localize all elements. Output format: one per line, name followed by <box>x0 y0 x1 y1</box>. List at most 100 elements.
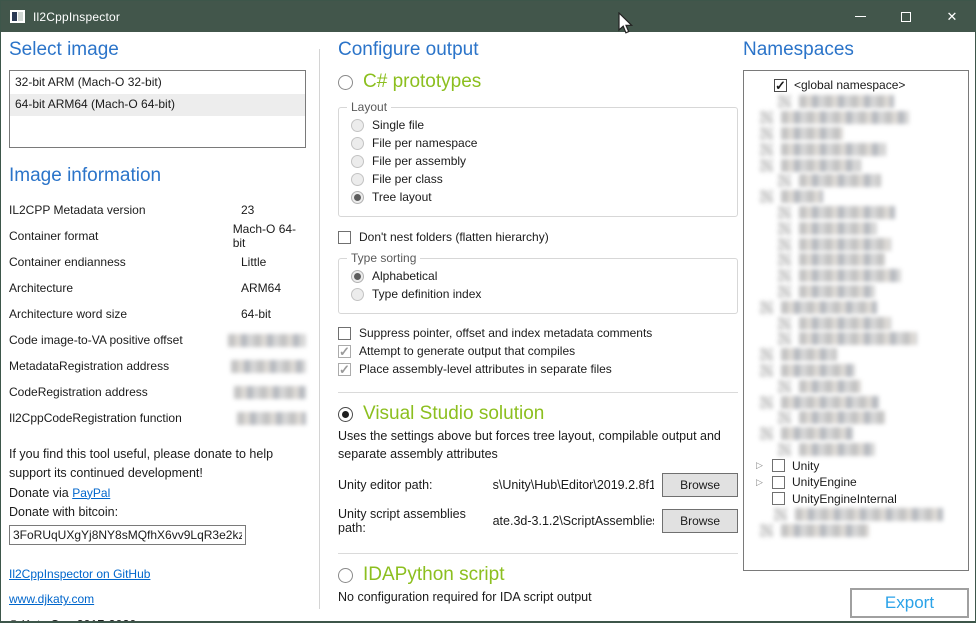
info-row: Container endiannessLittle <box>9 249 306 275</box>
compilable-output-checkbox[interactable] <box>338 345 351 358</box>
visual-studio-option[interactable]: Visual Studio solution <box>338 403 738 425</box>
compilable-output-checkbox-row[interactable]: Attempt to generate output that compiles <box>338 344 738 358</box>
flatten-hierarchy-checkbox[interactable] <box>338 231 351 244</box>
info-value: 64-bit <box>241 307 271 321</box>
donate-appeal: If you find this tool useful, please don… <box>9 447 273 480</box>
radio-tree-layout[interactable] <box>351 191 364 204</box>
website-link[interactable]: www.djkaty.com <box>9 592 94 606</box>
idapython-option[interactable]: IDAPython script <box>338 564 738 586</box>
expander-icon[interactable]: ▷ <box>754 477 765 488</box>
browse-editor-button[interactable]: Browse <box>662 473 738 497</box>
unityengineinternal-checkbox[interactable] <box>772 492 785 505</box>
idapython-radio[interactable] <box>338 568 353 583</box>
redacted-value <box>228 334 306 347</box>
image-listbox[interactable]: 32-bit ARM (Mach-O 32-bit) 64-bit ARM64 … <box>9 70 306 148</box>
layout-option-file-per-namespace[interactable]: File per namespace <box>351 136 727 150</box>
visual-studio-description: Uses the settings above but forces tree … <box>338 427 738 463</box>
separate-attributes-checkbox-row[interactable]: Place assembly-level attributes in separ… <box>338 362 738 376</box>
radio-single-file[interactable] <box>351 119 364 132</box>
redacted-namespace-row <box>752 94 968 110</box>
csharp-radio[interactable] <box>338 75 353 90</box>
info-label: Architecture <box>9 281 241 295</box>
unity-label: Unity <box>792 459 819 473</box>
close-button[interactable]: ✕ <box>929 1 975 32</box>
csharp-prototypes-option[interactable]: C# prototypes <box>338 71 738 93</box>
export-button[interactable]: Export <box>850 588 969 618</box>
github-link[interactable]: Il2CppInspector on GitHub <box>9 567 150 581</box>
idapython-description: No configuration required for IDA script… <box>338 588 738 606</box>
app-icon <box>10 10 25 23</box>
layout-option-file-per-assembly[interactable]: File per assembly <box>351 154 727 168</box>
window-title: Il2CppInspector <box>33 10 120 24</box>
redacted-namespace-row <box>752 141 968 157</box>
redacted-namespace-row <box>752 220 968 236</box>
layout-option-single-file[interactable]: Single file <box>351 118 727 132</box>
info-label: IL2CPP Metadata version <box>9 203 241 217</box>
radio-file-per-assembly[interactable] <box>351 155 364 168</box>
unityengine-checkbox[interactable] <box>772 476 785 489</box>
redacted-namespace-row <box>752 507 968 523</box>
info-value: ARM64 <box>241 281 281 295</box>
configure-output-heading: Configure output <box>338 39 738 61</box>
sorting-option-alphabetical[interactable]: Alphabetical <box>351 269 727 283</box>
redacted-namespace-row <box>752 252 968 268</box>
list-item-32bit[interactable]: 32-bit ARM (Mach-O 32-bit) <box>10 72 305 94</box>
flatten-hierarchy-checkbox-row[interactable]: Don't nest folders (flatten hierarchy) <box>338 230 738 244</box>
visual-studio-radio[interactable] <box>338 407 353 422</box>
layout-option-tree-layout[interactable]: Tree layout <box>351 190 727 204</box>
browse-assemblies-button[interactable]: Browse <box>662 509 738 533</box>
paypal-link[interactable]: PayPal <box>72 486 110 500</box>
unity-editor-path-row: Unity editor path: s\Unity\Hub\Editor\20… <box>338 473 738 497</box>
select-image-heading: Select image <box>9 39 306 61</box>
unity-editor-path-value[interactable]: s\Unity\Hub\Editor\2019.2.8f1 <box>493 478 655 492</box>
redacted-namespace-row <box>752 442 968 458</box>
radio-type-definition-index[interactable] <box>351 288 364 301</box>
donate-via-text: Donate via <box>9 486 72 500</box>
redacted-namespace-row <box>752 157 968 173</box>
visual-studio-label: Visual Studio solution <box>363 403 544 425</box>
global-namespace-checkbox[interactable] <box>774 79 787 92</box>
global-namespace-label: <global namespace> <box>794 78 905 92</box>
expander-icon[interactable]: ▷ <box>754 460 765 471</box>
redacted-namespace-row <box>752 378 968 394</box>
namespaces-list[interactable]: <global namespace> ▷ Unity ▷ UnityEngine… <box>743 70 969 571</box>
redacted-namespace-row <box>752 347 968 363</box>
list-item-64bit[interactable]: 64-bit ARM64 (Mach-O 64-bit) <box>10 94 305 116</box>
radio-file-per-namespace[interactable] <box>351 137 364 150</box>
radio-file-per-class[interactable] <box>351 173 364 186</box>
redacted-namespace-rows <box>752 94 968 457</box>
namespace-item-unityengineinternal[interactable]: UnityEngineInternal <box>752 490 968 507</box>
links-section: Il2CppInspector on GitHub www.djkaty.com… <box>9 561 306 623</box>
info-label: Il2CppCodeRegistration function <box>9 411 237 425</box>
suppress-metadata-checkbox[interactable] <box>338 327 351 340</box>
bitcoin-address-input[interactable] <box>9 525 246 545</box>
info-label: Architecture word size <box>9 307 241 321</box>
info-label: Container endianness <box>9 255 241 269</box>
type-sorting-group-title: Type sorting <box>347 251 420 265</box>
section-divider <box>338 392 738 393</box>
redacted-namespace-row <box>752 299 968 315</box>
maximize-button[interactable] <box>883 1 929 32</box>
sorting-option-type-definition-index[interactable]: Type definition index <box>351 287 727 301</box>
namespace-item-unityengine[interactable]: ▷ UnityEngine <box>752 474 968 491</box>
info-label: Code image-to-VA positive offset <box>9 333 228 347</box>
maximize-icon <box>901 12 911 22</box>
suppress-metadata-checkbox-row[interactable]: Suppress pointer, offset and index metad… <box>338 326 738 340</box>
redacted-value <box>231 360 306 373</box>
redacted-namespace-row <box>752 284 968 300</box>
donate-section: If you find this tool useful, please don… <box>9 445 306 545</box>
unity-assemblies-path-value[interactable]: ate.3d-3.1.2\ScriptAssemblies <box>493 514 655 528</box>
minimize-button[interactable] <box>837 1 883 32</box>
unityengine-label: UnityEngine <box>792 475 857 489</box>
info-label: Container format <box>9 229 233 243</box>
namespace-item-unity[interactable]: ▷ Unity <box>752 457 968 474</box>
namespaces-panel: Namespaces <global namespace> ▷ Unity ▷ … <box>743 39 969 571</box>
separate-attributes-checkbox[interactable] <box>338 363 351 376</box>
radio-alphabetical[interactable] <box>351 270 364 283</box>
namespace-item-global[interactable]: <global namespace> <box>752 76 968 94</box>
redacted-value <box>237 412 306 425</box>
copyright-text: © Katy Coe 2017-2020 <box>9 618 136 623</box>
info-row: Code image-to-VA positive offset <box>9 327 306 353</box>
layout-option-file-per-class[interactable]: File per class <box>351 172 727 186</box>
unity-checkbox[interactable] <box>772 459 785 472</box>
